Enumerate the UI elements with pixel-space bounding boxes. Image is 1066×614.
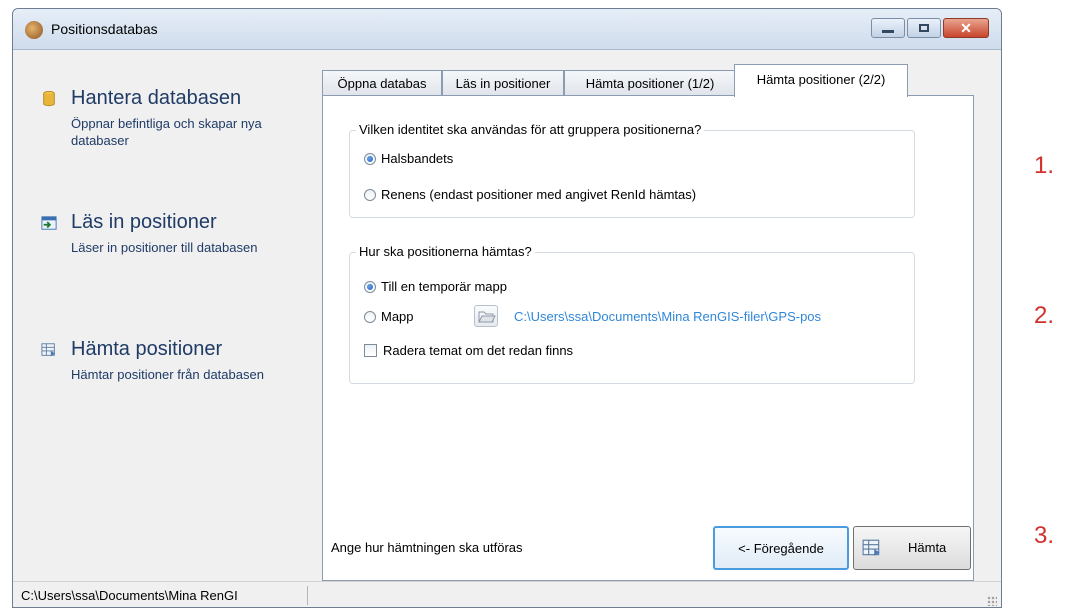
radio-label: Renens (endast positioner med angivet Re… bbox=[381, 187, 697, 202]
radio-button[interactable] bbox=[364, 280, 376, 293]
annotation-step-2: 2. bbox=[1034, 302, 1055, 329]
status-divider bbox=[307, 586, 308, 605]
window-title: Positionsdatabas bbox=[51, 21, 158, 37]
tab-import-positions[interactable]: Läs in positioner bbox=[442, 70, 564, 96]
delete-theme-checkbox[interactable] bbox=[364, 344, 377, 357]
fetch-icon bbox=[41, 343, 56, 357]
instruction-message: Ange hur hämtningen ska utföras bbox=[331, 540, 523, 555]
previous-button[interactable]: <- Föregående bbox=[713, 526, 849, 570]
radio-reindeer[interactable]: Renens (endast positioner med angivet Re… bbox=[364, 187, 696, 202]
nav-desc: Hämtar positioner från databasen bbox=[71, 367, 264, 382]
radio-temp-folder[interactable]: Till en temporär mapp bbox=[364, 279, 507, 294]
nav-title: Hämta positioner bbox=[71, 338, 223, 360]
minimize-button[interactable] bbox=[871, 18, 905, 38]
nav-desc: Öppnar befintliga och skapar nya databas… bbox=[71, 116, 262, 148]
close-icon: ✕ bbox=[960, 19, 972, 36]
fetch-method-group: Hur ska positionerna hämtas? Till en tem… bbox=[349, 244, 915, 384]
app-icon bbox=[25, 21, 43, 39]
import-icon bbox=[41, 216, 57, 230]
previous-button-label: <- Föregående bbox=[738, 541, 824, 556]
app-window: Positionsdatabas ✕ Hantera databasen Öpp… bbox=[12, 8, 1002, 608]
folder-path-link[interactable]: C:\Users\ssa\Documents\Mina RenGIS-filer… bbox=[514, 309, 821, 324]
title-bar[interactable]: Positionsdatabas ✕ bbox=[13, 9, 1001, 50]
radio-button[interactable] bbox=[364, 188, 376, 201]
annotation-step-1: 1. bbox=[1034, 152, 1055, 179]
radio-button[interactable] bbox=[364, 152, 376, 165]
fetch-button-label: Hämta bbox=[908, 540, 947, 555]
resize-grip-icon[interactable] bbox=[987, 596, 997, 606]
radio-button[interactable] bbox=[364, 310, 376, 323]
radio-label: Mapp bbox=[381, 309, 414, 324]
nav-title: Hantera databasen bbox=[71, 87, 242, 109]
status-path: C:\Users\ssa\Documents\Mina RenGI bbox=[21, 588, 238, 603]
maximize-button[interactable] bbox=[907, 18, 941, 38]
checkbox-label: Radera temat om det redan finns bbox=[383, 343, 574, 358]
identity-group: Vilken identitet ska användas för att gr… bbox=[349, 122, 915, 218]
fetch-method-group-legend: Hur ska positionerna hämtas? bbox=[356, 244, 535, 259]
nav-desc: Läser in positioner till databasen bbox=[71, 240, 258, 255]
radio-label: Till en temporär mapp bbox=[381, 279, 507, 294]
browse-folder-button[interactable] bbox=[474, 305, 498, 327]
minimize-icon bbox=[882, 29, 894, 33]
fetch-icon bbox=[862, 539, 880, 556]
radio-folder[interactable]: Mapp bbox=[364, 309, 414, 324]
delete-theme-option[interactable]: Radera temat om det redan finns bbox=[364, 343, 573, 358]
maximize-icon bbox=[919, 24, 929, 32]
status-bar: C:\Users\ssa\Documents\Mina RenGI bbox=[13, 581, 1001, 607]
folder-icon bbox=[478, 311, 496, 323]
identity-group-legend: Vilken identitet ska användas för att gr… bbox=[356, 122, 705, 137]
radio-collar[interactable]: Halsbandets bbox=[364, 151, 453, 166]
tab-panel: Vilken identitet ska användas för att gr… bbox=[322, 95, 974, 581]
nav-title: Läs in positioner bbox=[71, 211, 217, 233]
tab-fetch-positions-1[interactable]: Hämta positioner (1/2) bbox=[564, 70, 736, 96]
fetch-button[interactable]: Hämta bbox=[853, 526, 971, 570]
tab-fetch-positions-2[interactable]: Hämta positioner (2/2) bbox=[734, 64, 908, 97]
tab-open-database[interactable]: Öppna databas bbox=[322, 70, 442, 96]
close-button[interactable]: ✕ bbox=[943, 18, 989, 38]
database-icon bbox=[43, 91, 55, 107]
annotation-step-3: 3. bbox=[1034, 522, 1055, 549]
radio-label: Halsbandets bbox=[381, 151, 454, 166]
